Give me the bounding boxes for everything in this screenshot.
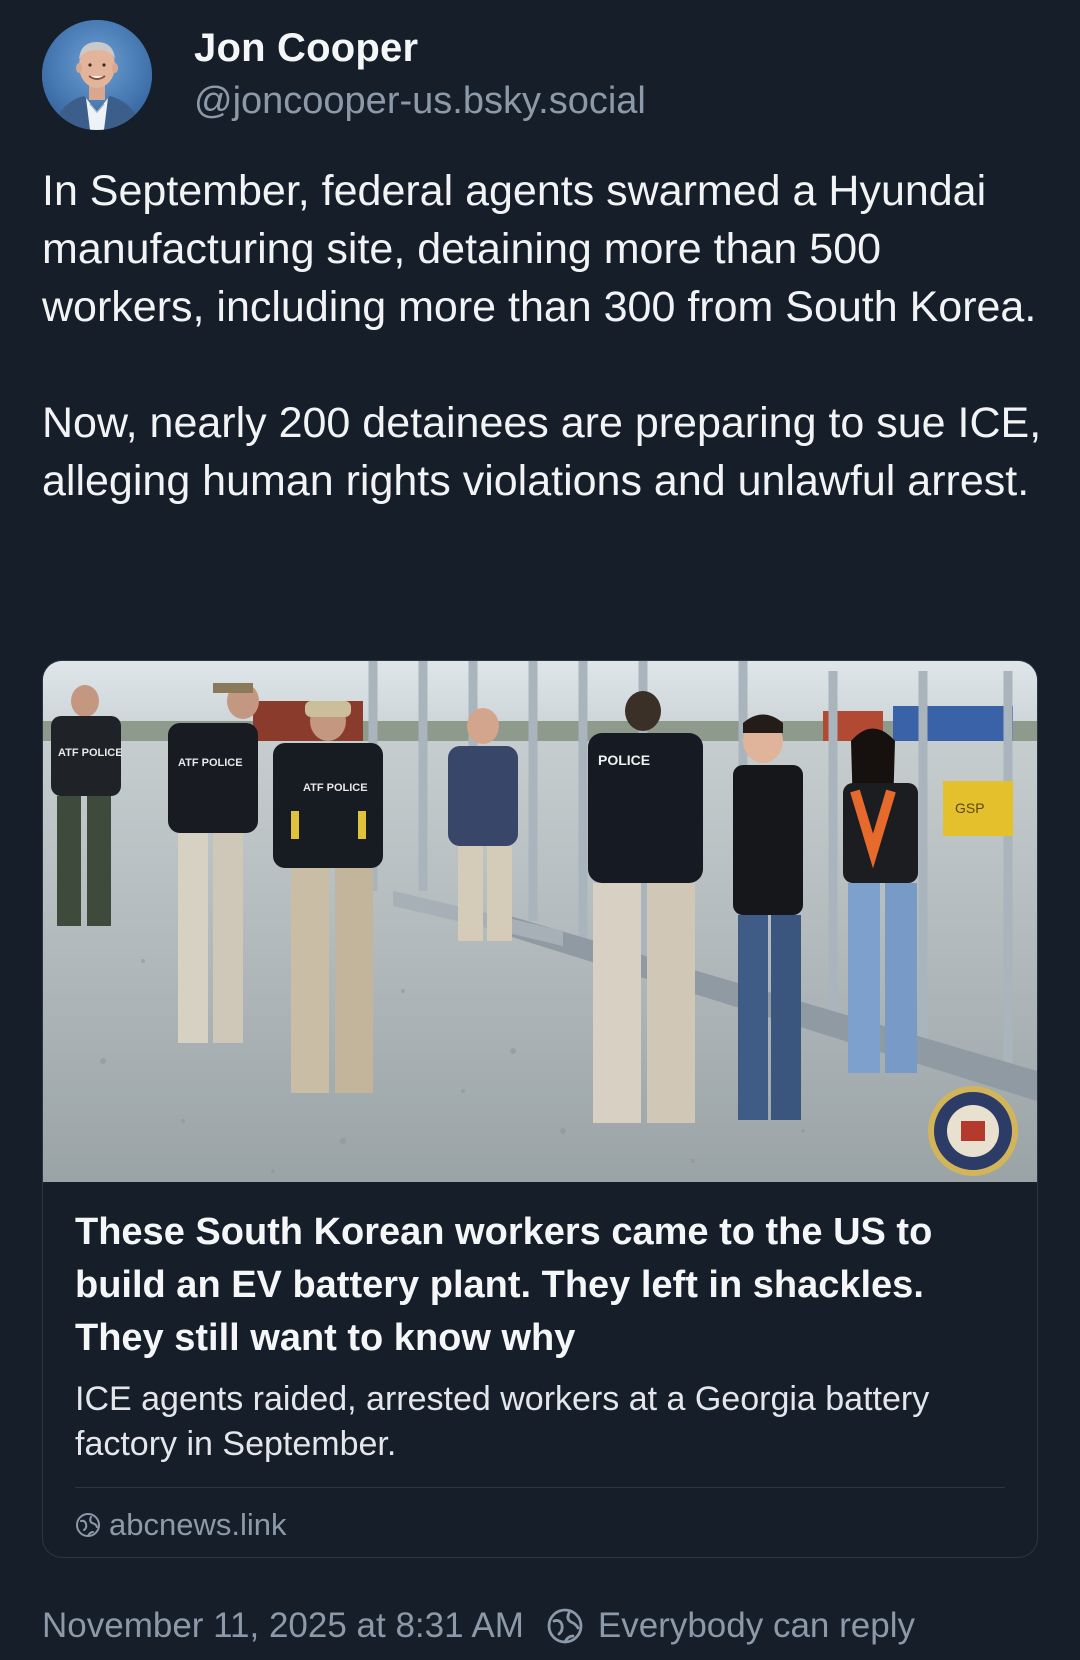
display-name[interactable]: Jon Cooper — [194, 24, 646, 72]
post-text: In September, federal agents swarmed a H… — [42, 162, 1042, 510]
sign-text: GSP — [955, 800, 985, 816]
post-container: Jon Cooper @joncooper-us.bsky.social In … — [0, 0, 1080, 1660]
post-paragraph: Now, nearly 200 detainees are preparing … — [42, 399, 1042, 505]
post-footer: November 11, 2025 at 8:31 AM Everybody c… — [42, 1596, 915, 1656]
profile-photo-icon — [42, 20, 152, 130]
agency-seal-icon — [928, 1086, 1018, 1176]
vest-label: ATF POLICE — [58, 747, 123, 759]
handle[interactable]: @joncooper-us.bsky.social — [194, 76, 646, 126]
reply-setting[interactable]: Everybody can reply — [546, 1606, 915, 1646]
link-card-source[interactable]: abcnews.link — [75, 1488, 1005, 1557]
link-card-source-label: abcnews.link — [109, 1507, 287, 1542]
link-card[interactable]: GSP ATF POLICE ATF POLICE ATF POLICE POL… — [42, 660, 1038, 1558]
link-card-description: ICE agents raided, arrested workers at a… — [75, 1380, 930, 1463]
worker-figure — [733, 714, 803, 1120]
vest-label: ATF POLICE — [303, 782, 368, 794]
post-header: Jon Cooper @joncooper-us.bsky.social — [42, 20, 646, 130]
post-timestamp: November 11, 2025 at 8:31 AM — [42, 1606, 524, 1645]
vest-label: ATF POLICE — [178, 757, 243, 769]
avatar[interactable] — [42, 20, 152, 130]
post-paragraph: In September, federal agents swarmed a H… — [42, 167, 1037, 331]
photo-of-agents-detaining-workers-icon: GSP ATF POLICE ATF POLICE ATF POLICE POL… — [43, 661, 1037, 1182]
globe-icon — [76, 1513, 100, 1537]
vest-label: POLICE — [598, 752, 650, 768]
link-card-title[interactable]: These South Korean workers came to the U… — [75, 1206, 1005, 1365]
globe-icon — [547, 1608, 583, 1644]
reply-setting-label: Everybody can reply — [597, 1606, 915, 1645]
link-card-body: These South Korean workers came to the U… — [43, 1182, 1037, 1557]
author-names: Jon Cooper @joncooper-us.bsky.social — [194, 24, 646, 126]
